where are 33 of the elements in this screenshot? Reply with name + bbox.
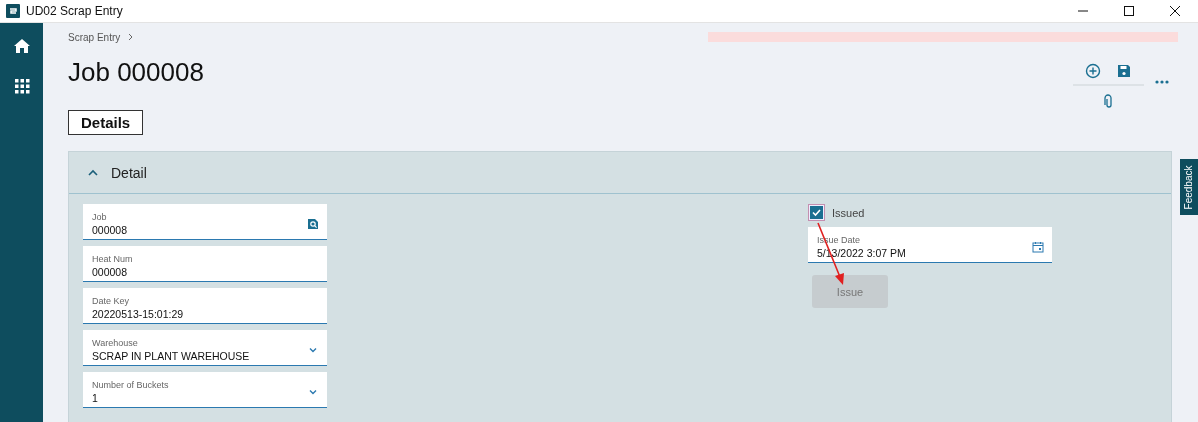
field-value: 000008 [92,265,129,278]
search-icon[interactable] [307,217,319,230]
calendar-icon[interactable] [1032,240,1044,253]
input-field[interactable]: Job 000008 [83,204,327,240]
chevron-right-icon [128,33,135,41]
field-label: Warehouse [92,337,139,348]
field-label: Heat Num [92,253,134,264]
input-field[interactable]: Warehouse SCRAP IN PLANT WAREHOUSE [83,330,327,366]
feedback-tab[interactable]: Feedback [1180,159,1198,215]
save-icon[interactable] [1116,63,1132,79]
app-logo-icon [6,4,20,18]
checkbox-label: Issued [832,206,865,219]
field-label: Number of Buckets [92,379,170,390]
home-icon[interactable] [12,37,31,55]
panel-title: Detail [111,164,147,181]
breadcrumb[interactable]: Scrap Entry [68,31,121,43]
details-tab[interactable]: Details [68,110,144,135]
more-icon[interactable] [1154,79,1170,85]
input-field[interactable]: Number of Buckets 1 [83,372,327,408]
add-icon[interactable] [1085,63,1101,79]
field-value: 20220513-15:01:29 [92,307,185,320]
checkbox[interactable] [808,204,825,221]
field-label: Date Key [92,295,131,306]
grid-icon[interactable] [12,77,31,95]
input-field[interactable]: Date Key 20220513-15:01:29 [83,288,327,324]
window-title: UD02 Scrap Entry [26,4,124,18]
chevron-up-icon[interactable] [87,168,99,177]
field-label: Job [92,211,108,222]
field-value: SCRAP IN PLANT WAREHOUSE [92,349,251,362]
field-value: 1 [92,391,99,404]
input-field[interactable]: Heat Num 000008 [83,246,327,282]
page-title: Job 000008 [68,57,204,89]
field-value: 000008 [92,223,129,236]
